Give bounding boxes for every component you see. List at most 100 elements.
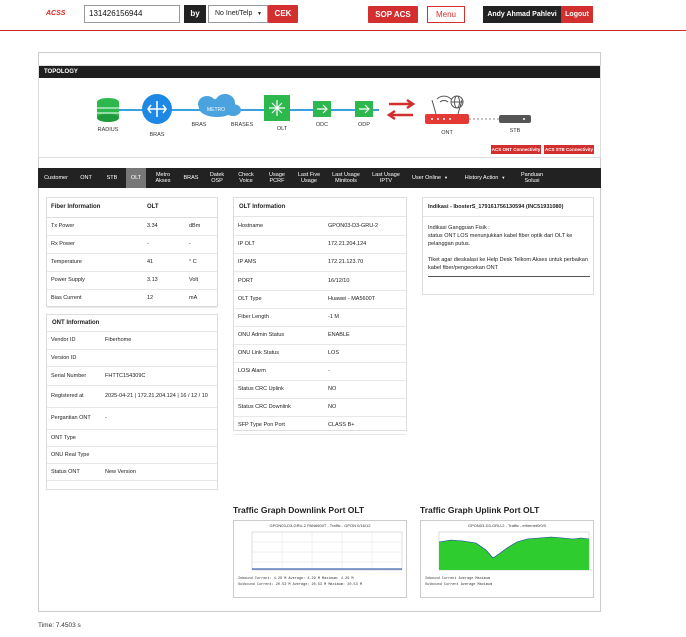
tab-usage-pcrf[interactable]: Usage PCRF — [263, 168, 291, 188]
fiber-value: 3.34 — [143, 217, 185, 236]
fiber-label: Temperature — [47, 253, 143, 272]
node-label-odc: ODC — [315, 122, 329, 128]
downlink-legend-outbound: Outbound Current: 20.53 M Average: 20.53… — [238, 583, 362, 587]
fiber-unit: dBm — [185, 217, 217, 236]
olt-value: NO — [324, 398, 406, 417]
render-time: Time: 7.4503 s — [38, 622, 81, 629]
indication-detail: status ONT LOS menunjukkan kabel fiber o… — [428, 233, 573, 247]
topology-title: TOPOLOGY — [39, 66, 600, 78]
table-row: IP AMS 172.21.123.70 — [234, 253, 406, 272]
indication-heading: Indikasi Gangguan Fisik : — [428, 225, 490, 231]
table-row: OLT Type Huawei - MA5600T — [234, 290, 406, 309]
table-row: Version ID — [47, 349, 217, 367]
database-icon — [97, 98, 119, 122]
tab-history-action[interactable]: History Action ▼ — [460, 168, 510, 188]
olt-label: LOSi Alarm — [234, 362, 324, 381]
ont-value — [101, 349, 217, 367]
ont-info-title: ONT Information — [47, 315, 217, 332]
divider — [428, 276, 590, 277]
olt-value: ENABLE — [324, 326, 406, 345]
table-row: Rx Power - - — [47, 235, 217, 254]
ont-table: Vendor ID Fiberhome Version ID Serial Num… — [47, 332, 217, 481]
node-label-bras: BRAS — [149, 132, 165, 138]
node-label-olt: OLT — [276, 126, 288, 132]
ont-value: FHTTC154309C — [101, 366, 217, 386]
acs-stb-connectivity-button[interactable]: ACS STB Connectivity — [544, 145, 594, 154]
fiber-unit: - — [185, 235, 217, 254]
fiber-unit: Volt — [185, 271, 217, 290]
user-name: Andy Ahmad Pahlevi — [483, 6, 561, 23]
menu-button[interactable]: Menu — [427, 6, 465, 23]
olt-value: 172.21.123.70 — [324, 253, 406, 272]
tab-stb[interactable]: STB — [102, 168, 122, 188]
olt-switch-icon — [264, 95, 290, 121]
stb-box-icon — [499, 115, 531, 123]
fiber-label: Bias Current — [47, 289, 143, 308]
table-row: Tx Power 3.34 dBm — [47, 217, 217, 236]
olt-information-panel: OLT Information Hostname GPON03-D3-GRU-2 … — [233, 197, 407, 435]
chevron-down-icon: ▼ — [444, 175, 448, 180]
chevron-down-icon: ▼ — [501, 175, 506, 180]
ont-value — [101, 446, 217, 464]
cek-button[interactable]: CEK — [268, 5, 298, 23]
table-row: ONT Type — [47, 429, 217, 447]
fiber-label: Rx Power — [47, 235, 143, 254]
ont-value — [101, 429, 217, 447]
fiber-label: Power Supply — [47, 271, 143, 290]
olt-label: PORT — [234, 271, 324, 291]
table-row: Status ONT New Version — [47, 463, 217, 481]
logout-button[interactable]: Logout — [561, 6, 593, 23]
uplink-graph: GPON03-D3-GRU-2 - Traffic - ethernet0/0/… — [420, 520, 594, 598]
node-label-radius: RADIUS — [97, 127, 119, 133]
fiber-value: 3.13 — [143, 271, 185, 290]
router-icon — [142, 94, 172, 124]
fiber-label: Tx Power — [47, 217, 143, 236]
tab-customer[interactable]: Customer — [40, 168, 72, 188]
table-row: Bias Current 12 mA — [47, 289, 217, 308]
fiber-unit: mA — [185, 289, 217, 308]
indication-action: Tiket agar dieskalasi ke Help Desk Telko… — [428, 257, 588, 271]
tab-olt[interactable]: OLT — [126, 168, 146, 188]
tab-history-action-label: History Action — [464, 175, 499, 181]
olt-label: IP AMS — [234, 253, 324, 272]
search-type-select[interactable]: No Inet/Telp ▼ — [208, 5, 268, 23]
table-row: Serial Number FHTTC154309C — [47, 366, 217, 386]
table-row: IP OLT 172.21.204.124 — [234, 235, 406, 254]
table-row: Status CRC Uplink NO — [234, 380, 406, 399]
olt-info-title: OLT Information — [234, 198, 406, 217]
table-row: Registered at 2025-04-21 | 172.21.204.124… — [47, 385, 217, 408]
tab-user-online[interactable]: User Online ▼ — [410, 168, 450, 188]
search-input[interactable]: 131426156944 — [84, 5, 180, 23]
tab-last-five-usage[interactable]: Last Five Usage — [293, 168, 325, 188]
app-logo[interactable]: ACSS — [46, 10, 65, 17]
cloud-icon: METRO — [198, 94, 241, 117]
uplink-legend-outbound: Outbound Current Average Maximum — [425, 583, 493, 587]
indication-title: Indikasi - IbosterS_179161756130594 (INC… — [423, 198, 593, 217]
svg-text:METRO: METRO — [207, 107, 225, 113]
olt-label: ONU Admin Status — [234, 326, 324, 345]
tab-check-voice[interactable]: Check Voice — [234, 168, 258, 188]
fiber-value: 41 — [143, 253, 185, 272]
ont-information-panel: ONT Information Vendor ID Fiberhome Versi… — [46, 314, 218, 490]
ont-value: Fiberhome — [101, 332, 217, 350]
tab-datek-osp[interactable]: Datek OSP — [205, 168, 229, 188]
fiber-unit: ° C — [185, 253, 217, 272]
acs-ont-connectivity-button[interactable]: ACS ONT Connectivity — [491, 145, 541, 154]
tab-metro-akses[interactable]: Metro Akses — [150, 168, 176, 188]
downlink-graph-title: Traffic Graph Downlink Port OLT — [233, 505, 365, 515]
ont-label: Registered at — [47, 385, 101, 408]
ont-value: New Version — [101, 463, 217, 481]
sop-acs-button[interactable]: SOP ACS — [368, 6, 418, 23]
node-label-brases: BRASES — [230, 122, 254, 128]
olt-value: LOS — [324, 344, 406, 363]
tab-bras[interactable]: BRAS — [180, 168, 202, 188]
tab-last-usage-iptv[interactable]: Last Usage IPTV — [368, 168, 404, 188]
fiber-table: Fiber Information OLT Tx Power 3.34 dBm … — [47, 198, 217, 308]
tab-last-usage-minitools[interactable]: Last Usage Minitools — [328, 168, 364, 188]
table-row: Hostname GPON03-D3-GRU-2 — [234, 217, 406, 236]
uplink-graph-header: GPON03-D3-GRU-2 - Traffic - ethernet0/0/… — [468, 523, 546, 528]
olt-label: Fiber Length — [234, 308, 324, 327]
tab-bar: Customer ONT STB OLT Metro Akses BRAS Da… — [38, 168, 601, 188]
tab-ont[interactable]: ONT — [76, 168, 96, 188]
tab-panduan-solusi[interactable]: Panduan Solusi — [516, 168, 548, 188]
